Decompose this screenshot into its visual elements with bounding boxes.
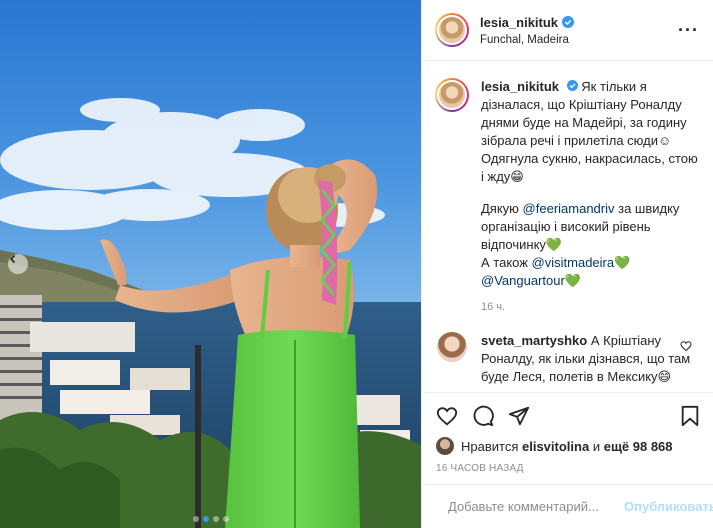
like-heart-icon[interactable] [436,405,458,427]
verified-badge-icon [562,16,575,28]
carousel-dot-active [202,516,209,522]
photo-illustration [0,0,421,528]
liker-avatar[interactable] [436,437,454,455]
post-date[interactable]: 16 ЧАСОВ НАЗАД [436,463,700,474]
carousel-dot [212,516,219,522]
likes-prefix: Нравится [461,438,519,454]
green-heart-emoji: 💚 [564,273,581,288]
post-actions: Нравится elisvitolina и ещё 98 868 16 ЧА… [422,392,713,474]
save-bookmark-icon[interactable] [680,405,700,427]
mention-visitmadeira[interactable]: @visitmadeira [532,255,615,270]
comment-item: sveta_martyshko А Кріштіану Роналду, як … [435,332,700,386]
post-details-panel: lesia_nikituk Funchal, Madeira ··· lesia… [421,0,713,528]
green-heart-emoji: 💚 [614,255,631,270]
author-username[interactable]: lesia_nikituk [480,15,558,30]
more-options-icon[interactable]: ··· [678,20,699,41]
comment-like-heart-icon[interactable] [680,340,692,352]
green-heart-emoji: 💚 [545,237,563,252]
verified-badge-icon [566,80,578,91]
commenter-username[interactable]: sveta_martyshko [481,333,587,348]
carousel-dot [222,516,229,522]
commenter-avatar[interactable] [437,332,467,362]
caption-also: А також [481,255,532,270]
comments-section: lesia_nikituk Як тільки я дізналася, що … [422,62,713,392]
carousel-prev-button[interactable] [8,254,28,274]
post-caption: lesia_nikituk Як тільки я дізналася, що … [435,78,700,316]
post-photo[interactable] [0,0,421,528]
caption-username[interactable]: lesia_nikituk [481,79,559,94]
comment-bubble-icon[interactable] [472,405,494,427]
liker-username[interactable]: elisvitolina [522,439,589,454]
likes-summary: Нравится elisvitolina и ещё 98 868 [436,437,700,455]
publish-button[interactable]: Опубликовать [624,499,713,514]
caption-avatar[interactable] [435,78,469,112]
likes-middle: и [592,438,601,454]
instagram-post: lesia_nikituk Funchal, Madeira ··· lesia… [0,0,713,528]
post-location[interactable]: Funchal, Madeira [480,34,678,46]
carousel-dots [0,516,421,522]
post-header: lesia_nikituk Funchal, Madeira ··· [422,0,713,61]
mention-vanguartour[interactable]: @Vanguartour [481,273,565,288]
carousel-dot [192,516,199,522]
mention-feeriamandriv[interactable]: @feeriamandriv [523,201,615,216]
caption-thanks-prefix: Дякую [481,201,523,216]
author-avatar[interactable] [435,13,469,47]
add-comment-input[interactable] [448,499,624,514]
caption-text-2: Одягнула сукню, накрасилась, стою і жду😁 [481,151,698,184]
add-comment-bar: Опубликовать [422,484,713,528]
chevron-left-icon [9,254,16,264]
caption-time[interactable]: 16 ч. [481,298,700,316]
likes-count[interactable]: ещё 98 868 [604,439,673,454]
share-paper-plane-icon[interactable] [508,405,530,427]
